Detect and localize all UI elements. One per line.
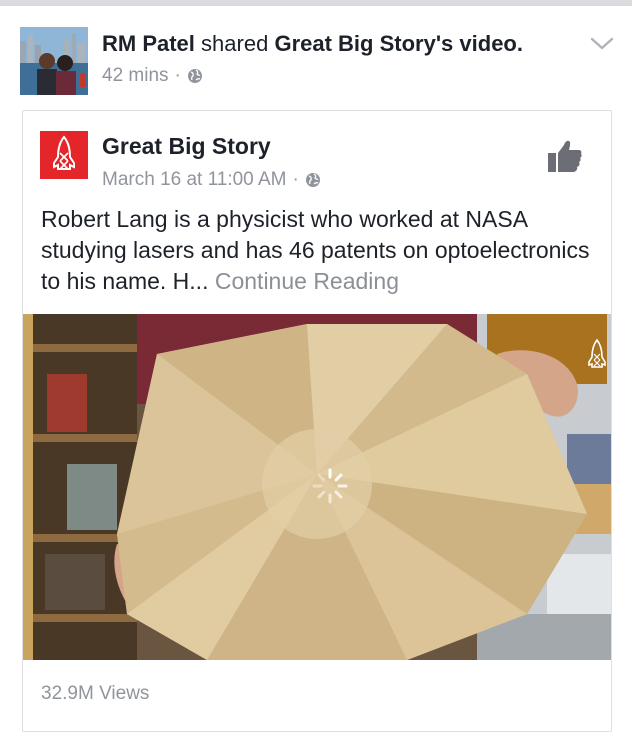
page-logo[interactable] — [40, 131, 88, 179]
rocket-logo-icon — [53, 135, 75, 170]
action-text: shared — [201, 31, 269, 56]
thumbs-up-icon[interactable] — [547, 139, 583, 173]
post-timestamp[interactable]: 42 mins — [102, 64, 169, 88]
avatar-photo — [20, 27, 88, 95]
post-text: Robert Lang is a physicist who worked at… — [41, 204, 601, 297]
user-avatar[interactable] — [20, 27, 88, 95]
page-name-link[interactable]: Great Big Story — [102, 131, 271, 161]
meta-separator: · — [174, 65, 181, 86]
post-headline: RM Patel shared Great Big Story's video. — [102, 30, 523, 58]
shared-post-meta: March 16 at 11:00 AM · — [102, 168, 321, 192]
chevron-down-icon[interactable] — [589, 34, 615, 54]
user-name-link[interactable]: RM Patel — [102, 31, 195, 56]
video-thumbnail — [23, 314, 611, 660]
shared-post-card[interactable]: Great Big Story March 16 at 11:00 AM · R… — [22, 110, 612, 732]
shared-source-link[interactable]: Great Big Story's video. — [274, 31, 523, 56]
meta-separator: · — [292, 169, 299, 190]
top-divider — [0, 0, 632, 6]
video-player[interactable] — [23, 314, 611, 660]
shared-post-timestamp[interactable]: March 16 at 11:00 AM — [102, 168, 286, 192]
globe-icon[interactable] — [305, 172, 321, 188]
continue-reading-link[interactable]: Continue Reading — [215, 268, 399, 294]
post-meta: 42 mins · — [102, 64, 203, 88]
globe-icon[interactable] — [187, 68, 203, 84]
view-count: 32.9M Views — [41, 683, 150, 704]
